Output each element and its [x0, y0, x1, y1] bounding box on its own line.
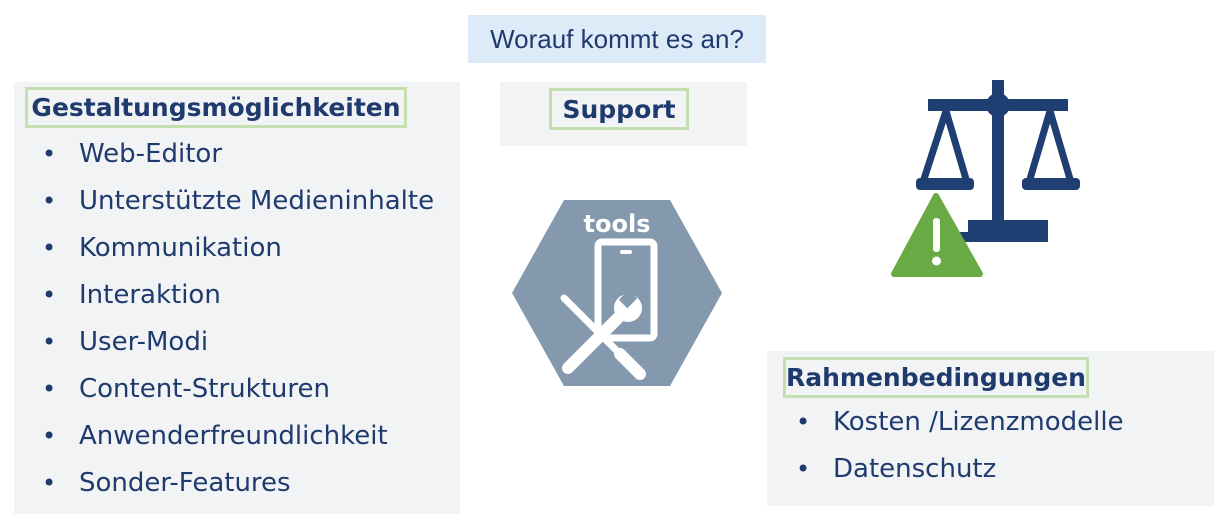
design-options-heading: Gestaltungsmöglichkeiten: [25, 87, 407, 128]
bullet-icon: •: [42, 375, 57, 403]
bullet-icon: •: [42, 234, 57, 262]
bullet-icon: •: [796, 408, 811, 436]
question-banner: Worauf kommt es an?: [468, 15, 766, 63]
list-item: • Web-Editor: [42, 139, 223, 169]
bullet-icon: •: [796, 455, 811, 483]
conditions-heading: Rahmenbedingungen: [783, 357, 1089, 398]
list-item: • Unterstützte Medieninhalte: [42, 186, 435, 216]
list-item: • Datenschutz: [796, 454, 997, 484]
list-item: • Sonder-Features: [42, 468, 291, 498]
design-options-list: • Web-Editor • Unterstützte Medieninhalte …: [42, 138, 434, 514]
phone-tools-icon: tools: [512, 200, 722, 386]
list-item: • Kommunikation: [42, 233, 282, 263]
tools-label: tools: [584, 210, 651, 238]
list-item: • Interaktion: [42, 280, 221, 310]
list-item: • Kosten /Lizenzmodelle: [796, 407, 1124, 437]
bullet-icon: •: [42, 187, 57, 215]
list-item: • Anwenderfreundlichkeit: [42, 421, 388, 451]
support-heading: Support: [549, 88, 689, 130]
list-item: • User-Modi: [42, 327, 209, 357]
scale-warning-icon: [891, 80, 1080, 277]
bullet-icon: •: [42, 140, 57, 168]
conditions-list: • Kosten /Lizenzmodelle • Datenschutz: [796, 406, 1124, 500]
bullet-icon: •: [42, 422, 57, 450]
bullet-icon: •: [42, 328, 57, 356]
list-item: • Content-Strukturen: [42, 374, 330, 404]
bullet-icon: •: [42, 469, 57, 497]
bullet-icon: •: [42, 281, 57, 309]
